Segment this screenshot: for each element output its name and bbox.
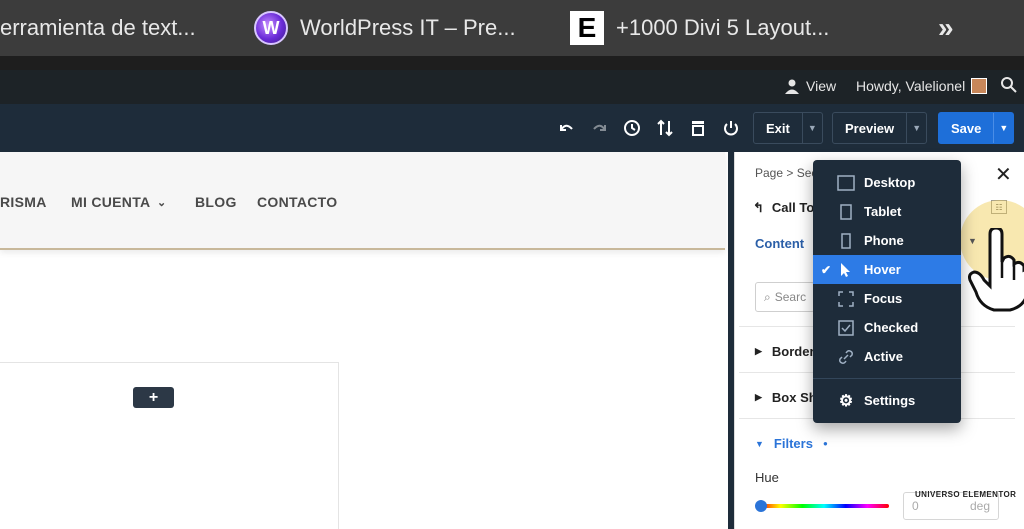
hue-slider-handle[interactable]: [755, 500, 767, 512]
caret-right-icon: ▶: [755, 392, 762, 402]
search-icon[interactable]: [1000, 76, 1018, 97]
close-icon[interactable]: ✕: [995, 162, 1012, 187]
hue-label: Hue: [755, 470, 779, 485]
power-icon[interactable]: [721, 118, 741, 138]
menu-item-label: Desktop: [864, 175, 916, 190]
state-dropdown-menu: Desktop Tablet Phone ✔ Hover Focus Check…: [813, 160, 961, 423]
browser-tab[interactable]: erramienta de text...: [0, 0, 196, 56]
modified-dot-icon: ●: [822, 439, 828, 448]
tab-content[interactable]: Content: [755, 236, 804, 251]
trash-icon[interactable]: [688, 118, 708, 138]
wp-admin-bar: View Howdy, Valelionel: [0, 70, 1024, 104]
nav-item-mi-cuenta[interactable]: MI CUENTA: [71, 194, 150, 210]
chevron-down-icon[interactable]: ▼: [993, 113, 1013, 143]
section-label: Filters: [773, 436, 813, 451]
chevron-down-icon[interactable]: ▼: [801, 113, 822, 143]
check-icon: ✔: [821, 262, 832, 277]
search-icon: ⌕: [764, 289, 771, 304]
exit-label: Exit: [766, 120, 790, 136]
gear-icon: ⚙: [838, 392, 854, 410]
link-icon: [837, 348, 855, 366]
exit-button[interactable]: Exit ▼: [753, 112, 823, 144]
menu-item-label: Tablet: [864, 204, 902, 219]
nav-item-blog[interactable]: BLOG: [195, 194, 237, 210]
wordpress-logo-icon: W: [254, 11, 288, 45]
browser-tab-bar: erramienta de text... W WorldPress IT – …: [0, 0, 1024, 56]
focus-icon: [837, 290, 855, 308]
page-canvas: RISMA MI CUENTA ⌄ BLOG CONTACTO +: [0, 152, 730, 529]
add-element-button[interactable]: +: [133, 387, 174, 408]
section-border[interactable]: ▶ Border: [755, 344, 815, 359]
element-title: Call To: [771, 200, 815, 215]
builder-toolbar: Exit ▼ Preview ▼ Save ▼: [0, 104, 1024, 152]
preview-label: Preview: [845, 120, 895, 136]
back-arrow-icon: ↰: [753, 200, 764, 215]
hue-value: 0: [912, 499, 919, 513]
menu-divider: [813, 378, 961, 379]
hue-slider[interactable]: [759, 504, 889, 508]
view-label: View: [806, 78, 837, 94]
user-menu[interactable]: Howdy, Valelionel: [856, 78, 988, 94]
phone-icon: [837, 232, 855, 250]
section-label: Border: [771, 344, 815, 359]
menu-item-settings[interactable]: ⚙ Settings: [813, 386, 961, 415]
user-icon: [785, 79, 799, 94]
chevron-down-icon: ⌄: [157, 197, 167, 209]
menu-item-label: Phone: [864, 233, 904, 248]
cursor-icon: [837, 261, 855, 279]
site-header: RISMA MI CUENTA ⌄ BLOG CONTACTO: [0, 152, 725, 250]
save-label: Save: [951, 120, 982, 136]
section-filters[interactable]: ▼ Filters ●: [755, 436, 828, 451]
caret-down-icon: ▼: [755, 438, 764, 449]
menu-item-label: Checked: [864, 320, 919, 335]
sort-icon[interactable]: [655, 118, 675, 138]
avatar: [971, 78, 988, 94]
menu-item-checked[interactable]: Checked: [813, 313, 961, 342]
tab-title: +1000 Divi 5 Layout...: [616, 15, 830, 40]
redo-icon[interactable]: [590, 118, 610, 138]
search-placeholder: Searc: [774, 290, 807, 304]
menu-item-label: Settings: [864, 393, 916, 408]
nav-item[interactable]: RISMA: [0, 194, 47, 210]
menu-item-label: Hover: [864, 262, 901, 277]
save-button[interactable]: Save ▼: [938, 112, 1015, 144]
undo-icon[interactable]: [556, 118, 576, 138]
howdy-label: Howdy, Valelionel: [856, 78, 966, 94]
menu-item-phone[interactable]: Phone: [813, 226, 961, 255]
desktop-icon: [837, 174, 855, 192]
tablet-icon: [837, 203, 855, 221]
hand-cursor-icon: [968, 228, 1024, 312]
tab-overflow-button[interactable]: »: [938, 12, 953, 44]
back-row[interactable]: ↰ Call To: [753, 200, 814, 216]
browser-tab[interactable]: E +1000 Divi 5 Layout...: [570, 0, 829, 56]
checkbox-icon: [837, 319, 855, 337]
preview-button[interactable]: Preview ▼: [832, 112, 928, 144]
breadcrumb[interactable]: Page > Sec: [755, 166, 817, 180]
menu-item-label: Focus: [864, 291, 903, 306]
tab-title: erramienta de text...: [0, 15, 196, 40]
menu-item-label: Active: [864, 349, 904, 364]
menu-item-hover[interactable]: ✔ Hover: [813, 255, 961, 284]
menu-item-tablet[interactable]: Tablet: [813, 197, 961, 226]
chevron-down-icon[interactable]: ▼: [906, 113, 926, 143]
nav-item-contacto[interactable]: CONTACTO: [257, 194, 337, 210]
menu-item-focus[interactable]: Focus: [813, 284, 961, 313]
caret-right-icon: ▶: [755, 346, 762, 356]
menu-item-active[interactable]: Active: [813, 342, 961, 371]
view-link[interactable]: View: [784, 78, 836, 94]
browser-tab[interactable]: W WorldPress IT – Pre...: [254, 0, 516, 56]
history-icon[interactable]: [622, 118, 642, 138]
search-input[interactable]: ⌕ Searc: [755, 282, 815, 312]
watermark-logo: UNIVERSO ELEMENTOR: [915, 490, 1017, 499]
elegant-logo-icon: E: [570, 11, 604, 45]
menu-item-desktop[interactable]: Desktop: [813, 168, 961, 197]
tab-title: WorldPress IT – Pre...: [300, 15, 516, 40]
hue-unit: deg: [969, 499, 990, 513]
